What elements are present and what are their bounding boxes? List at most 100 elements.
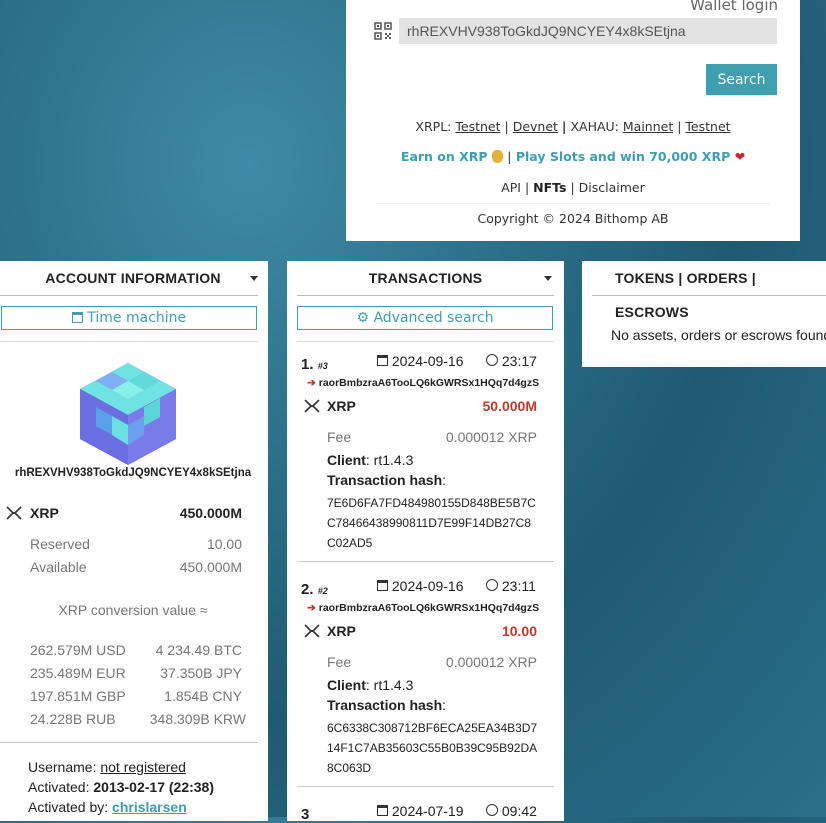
conversion-value: 37.350B JPY bbox=[160, 665, 242, 681]
xrp-icon bbox=[304, 624, 320, 638]
tokens-empty-message: No assets, orders or escrows found bbox=[611, 327, 826, 343]
username-link[interactable]: not registered bbox=[100, 759, 186, 775]
tx-destination[interactable]: ➔ raorBmbzraA6TooLQ6kGWRSx1HQq7d4gzS bbox=[307, 377, 539, 389]
balance-amount: 450.000M bbox=[179, 505, 242, 521]
xrp-icon bbox=[6, 506, 22, 520]
account-address: rhREXVHV938ToGkdJQ9NCYEY4x8kSEtjna bbox=[14, 467, 252, 479]
tx-time: 23:17 bbox=[486, 353, 537, 369]
tx-fee-label: Fee bbox=[327, 429, 352, 445]
gears-icon: ⚙ bbox=[356, 310, 369, 326]
tx-fee: 0.000012 XRP bbox=[445, 429, 537, 445]
transactions-panel: TRANSACTIONS ⚙ Advanced search 1. #3 202… bbox=[287, 261, 564, 823]
xrpl-label: XRPL: bbox=[415, 119, 452, 134]
tx-hash-label: Transaction hash: bbox=[327, 472, 447, 488]
tx-number: 3 bbox=[301, 806, 310, 823]
tx-date: 2024-09-16 bbox=[377, 353, 464, 369]
time-machine-button[interactable]: Time machine bbox=[1, 306, 257, 330]
heart-icon: ❤ bbox=[734, 149, 746, 164]
tx-date: 2024-09-16 bbox=[377, 578, 464, 594]
conversion-value: 24.228B RUB bbox=[30, 711, 116, 727]
promo-links: Earn on XRP | Play Slots and win 70,000 … bbox=[400, 149, 746, 164]
money-bag-icon bbox=[491, 150, 503, 163]
calendar-icon bbox=[71, 312, 83, 323]
activated-row: Activated: 2013-02-17 (22:38) bbox=[28, 779, 214, 795]
nfts-link[interactable]: NFTs bbox=[533, 180, 566, 195]
tx-currency: XRP bbox=[327, 398, 356, 414]
activated-label: Activated: bbox=[28, 779, 90, 795]
arrow-right-icon: ➔ bbox=[307, 377, 316, 389]
search-input[interactable]: rhREXVHV938ToGkdJQ9NCYEY4x8kSEtjna bbox=[399, 18, 777, 44]
xrpl-testnet-link[interactable]: Testnet bbox=[455, 119, 500, 134]
tx-amount: 50.000M bbox=[482, 398, 537, 414]
balance-currency: XRP bbox=[30, 505, 59, 521]
search-card: Wallet login rhREXVHV938ToGkdJQ9NCYEY4x8… bbox=[346, 0, 800, 241]
conversion-value: 1.854B CNY bbox=[164, 688, 242, 704]
divider bbox=[592, 295, 826, 296]
tx-hash[interactable]: 7E6D6FA7FD484980155D848BE5B7C C784664389… bbox=[327, 493, 536, 553]
divider bbox=[0, 742, 258, 743]
xahau-mainnet-link[interactable]: Mainnet bbox=[623, 119, 673, 134]
network-links: XRPL: Testnet | Devnet | XAHAU: Mainnet … bbox=[415, 119, 731, 134]
xahau-label: XAHAU: bbox=[570, 119, 619, 134]
available-value: 450.000M bbox=[179, 559, 242, 575]
conversion-value: 4 234.49 BTC bbox=[155, 642, 242, 658]
calendar-icon bbox=[377, 580, 388, 591]
activated-by-link[interactable]: chrislarsen bbox=[112, 799, 187, 815]
conversion-value: 235.489M EUR bbox=[30, 665, 126, 681]
xahau-testnet-link[interactable]: Testnet bbox=[685, 119, 730, 134]
search-row: rhREXVHV938ToGkdJQ9NCYEY4x8kSEtjna bbox=[368, 18, 778, 44]
tx-amount: 10.00 bbox=[501, 623, 537, 639]
clock-icon bbox=[486, 579, 498, 591]
reserved-value: 10.00 bbox=[206, 536, 242, 552]
divider bbox=[297, 561, 554, 562]
tokens-panel-title: TOKENS | ORDERS | ESCROWS bbox=[615, 270, 756, 320]
search-button[interactable]: Search bbox=[706, 64, 777, 95]
account-panel-title: ACCOUNT INFORMATION bbox=[45, 270, 221, 286]
reserved-label: Reserved bbox=[30, 536, 90, 552]
tx-hash-label: Transaction hash: bbox=[327, 697, 447, 713]
tx-number: 2. #2 bbox=[301, 581, 328, 598]
tx-number: 1. #3 bbox=[301, 356, 328, 373]
advanced-search-button[interactable]: ⚙ Advanced search bbox=[297, 306, 553, 330]
tx-time: 23:11 bbox=[486, 578, 536, 594]
time-machine-label: Time machine bbox=[87, 310, 187, 326]
tx-client: Client: rt1.4.3 bbox=[327, 677, 414, 693]
account-avatar bbox=[80, 363, 176, 465]
divider bbox=[0, 341, 258, 342]
copyright: Copyright © 2024 Bithomp AB bbox=[477, 211, 669, 226]
tx-currency: XRP bbox=[327, 623, 356, 639]
divider bbox=[376, 203, 770, 204]
conversion-title: XRP conversion value ≈ bbox=[58, 602, 208, 618]
xrp-icon bbox=[304, 399, 320, 413]
tx-fee: 0.000012 XRP bbox=[445, 654, 537, 670]
username-row: Username: not registered bbox=[28, 759, 186, 775]
arrow-right-icon: ➔ bbox=[307, 602, 316, 614]
conversion-value: 348.309B KRW bbox=[149, 711, 246, 727]
tx-fee-label: Fee bbox=[327, 654, 352, 670]
advanced-search-label: Advanced search bbox=[373, 310, 494, 326]
tx-hash[interactable]: 6C6338C308712BF6ECA25EA34B3D7 14F1C7AB35… bbox=[327, 718, 537, 778]
divider bbox=[297, 295, 554, 296]
activated-value: 2013-02-17 (22:38) bbox=[93, 779, 215, 795]
api-link[interactable]: API bbox=[501, 180, 521, 195]
earn-link[interactable]: Earn on XRP bbox=[401, 149, 488, 164]
tx-client: Client: rt1.4.3 bbox=[327, 452, 414, 468]
calendar-icon bbox=[377, 805, 388, 816]
slots-link[interactable]: Play Slots and win 70,000 XRP bbox=[516, 149, 730, 164]
username-label: Username: bbox=[28, 759, 97, 775]
transactions-panel-title: TRANSACTIONS bbox=[368, 270, 483, 286]
collapse-caret-icon[interactable] bbox=[250, 276, 258, 281]
calendar-icon bbox=[377, 355, 388, 366]
activated-by-row: Activated by: chrislarsen bbox=[28, 799, 187, 815]
wallet-login-link[interactable]: Wallet login bbox=[690, 0, 778, 14]
disclaimer-link[interactable]: Disclaimer bbox=[579, 180, 645, 195]
collapse-caret-icon[interactable] bbox=[544, 276, 552, 281]
tx-destination[interactable]: ➔ raorBmbzraA6TooLQ6kGWRSx1HQq7d4gzS bbox=[307, 602, 539, 614]
xrpl-devnet-link[interactable]: Devnet bbox=[513, 119, 558, 134]
available-label: Available bbox=[30, 559, 87, 575]
qr-code-icon[interactable] bbox=[374, 22, 392, 40]
divider bbox=[297, 341, 554, 342]
clock-icon bbox=[486, 354, 498, 366]
tokens-panel: TOKENS | ORDERS | ESCROWS No assets, ord… bbox=[582, 261, 826, 367]
conversion-value: 197.851M GBP bbox=[30, 688, 126, 704]
